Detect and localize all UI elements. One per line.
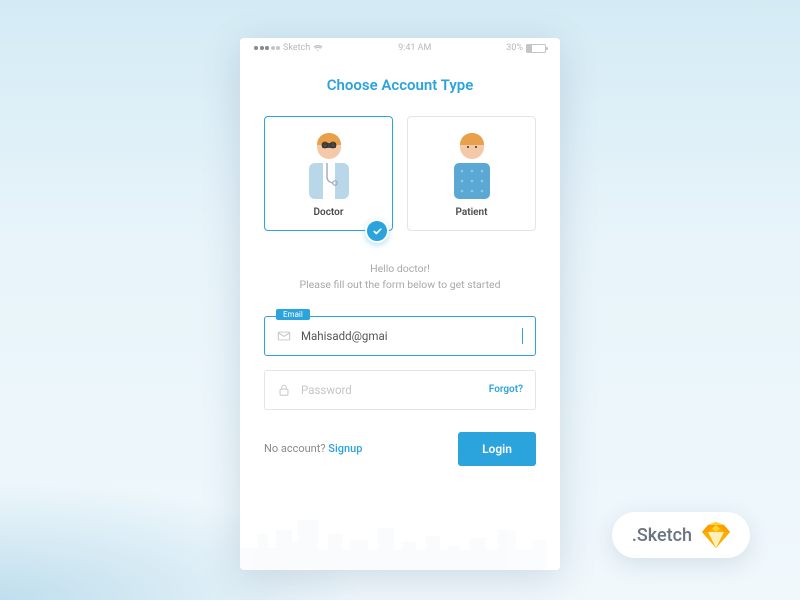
mail-icon (277, 329, 291, 343)
signal-dots-icon (254, 46, 280, 50)
city-silhouette-icon (240, 510, 560, 570)
password-field-wrapper: Forgot? (264, 370, 536, 410)
email-label: Email (276, 309, 310, 320)
email-input[interactable] (301, 329, 512, 343)
no-account-text: No account? Signup (264, 442, 362, 455)
lock-icon (277, 383, 291, 397)
forgot-link[interactable]: Forgot? (489, 384, 523, 395)
account-type-doctor[interactable]: Doctor (264, 116, 393, 231)
signup-link[interactable]: Signup (328, 442, 362, 455)
page-title: Choose Account Type (240, 76, 560, 94)
doctor-label: Doctor (273, 207, 384, 218)
sketch-diamond-icon (702, 522, 730, 548)
status-bar: Sketch 9:41 AM 30% (240, 38, 560, 58)
doctor-avatar-icon (273, 127, 384, 199)
password-input[interactable] (301, 383, 479, 397)
patient-avatar-icon (416, 127, 527, 199)
time-label: 9:41 AM (398, 43, 431, 53)
email-field-wrapper: Email (264, 316, 536, 356)
phone-mockup: Sketch 9:41 AM 30% Choose Account Type D… (240, 38, 560, 570)
battery-label: 30% (506, 43, 523, 53)
patient-label: Patient (416, 207, 527, 218)
greeting-text: Hello doctor! Please fill out the form b… (264, 261, 536, 294)
login-button[interactable]: Login (458, 432, 536, 466)
sketch-badge: .Sketch (612, 512, 750, 558)
battery-icon (526, 44, 546, 53)
sketch-badge-label: .Sketch (632, 525, 692, 546)
checkmark-icon (365, 219, 389, 243)
wifi-icon (313, 44, 323, 52)
carrier-label: Sketch (283, 43, 310, 53)
account-type-patient[interactable]: Patient (407, 116, 536, 231)
